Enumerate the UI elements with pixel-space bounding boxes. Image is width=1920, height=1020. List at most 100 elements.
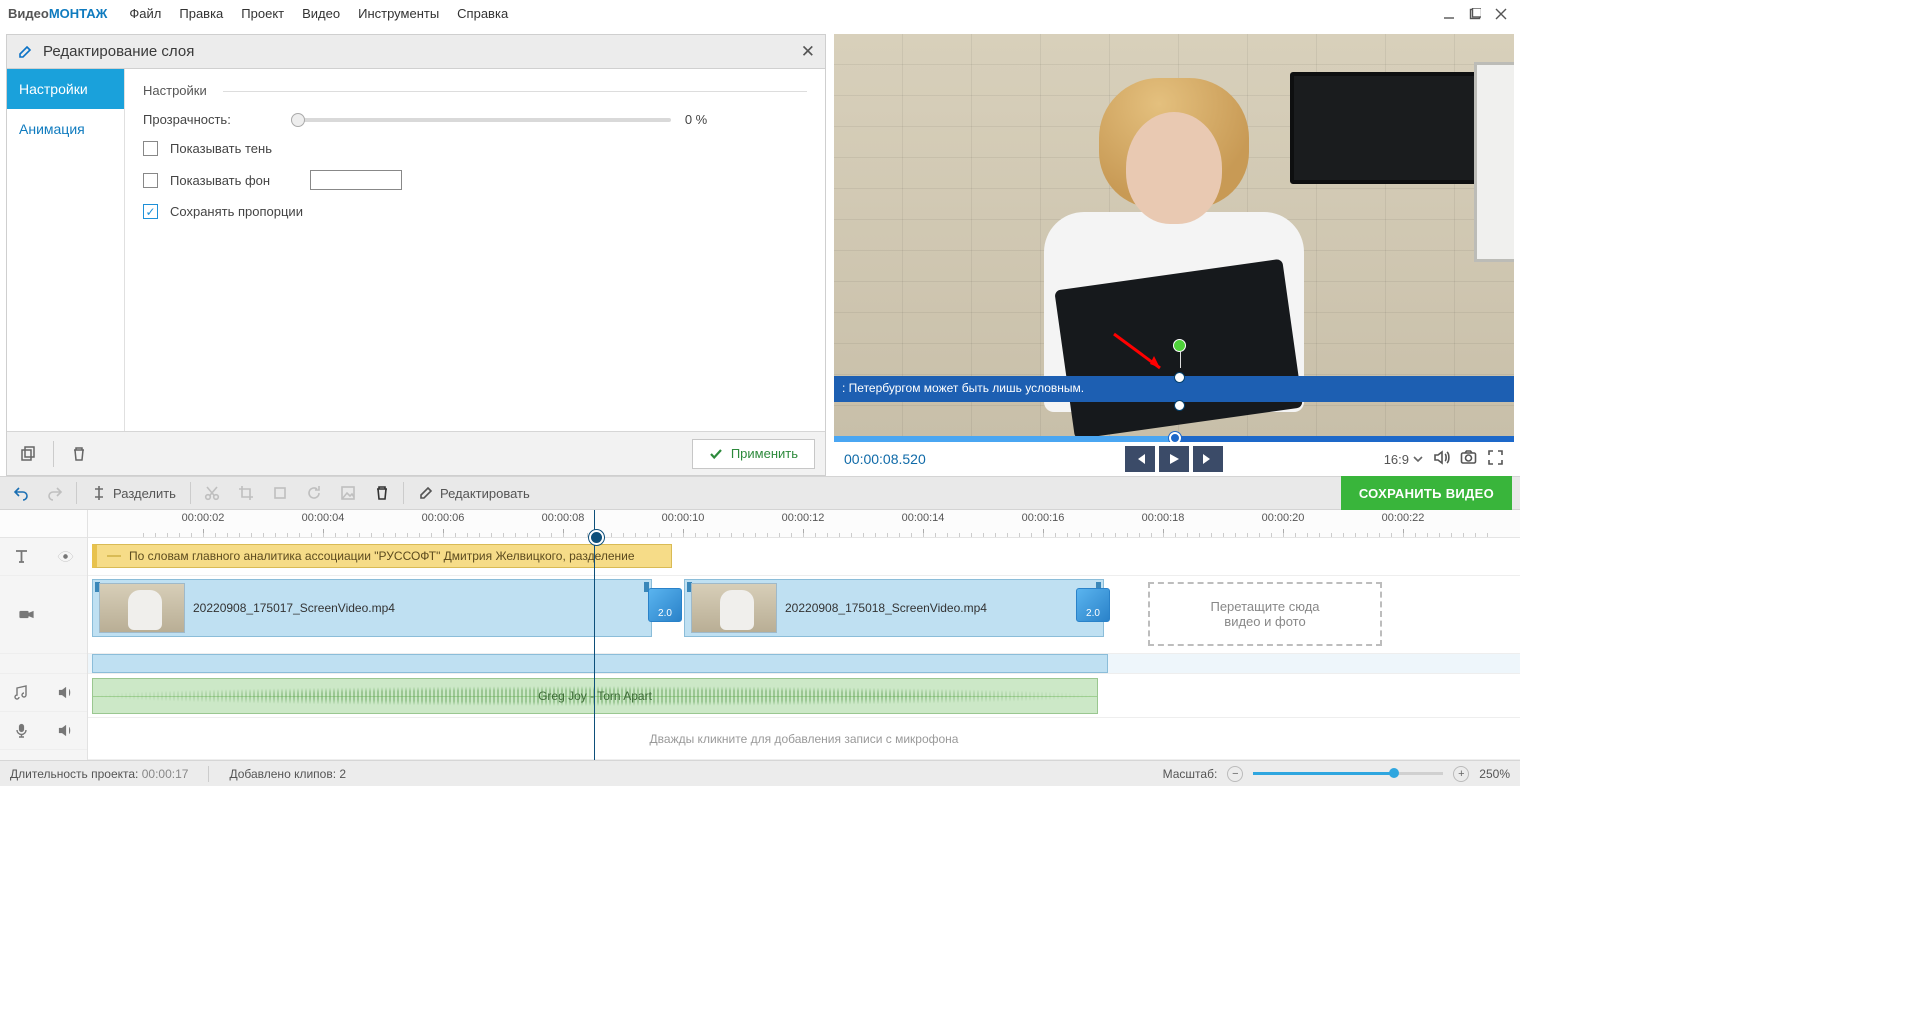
menu-help[interactable]: Справка	[457, 6, 508, 21]
save-label: СОХРАНИТЬ ВИДЕО	[1359, 486, 1494, 501]
tab-animation[interactable]: Анимация	[7, 109, 124, 149]
zoom-handle[interactable]	[1389, 768, 1399, 778]
logo-part-b: МОНТАЖ	[49, 6, 108, 21]
main-menu: Файл Правка Проект Видео Инструменты Спр…	[129, 6, 508, 21]
tab-settings[interactable]: Настройки	[7, 69, 124, 109]
split-icon	[91, 485, 107, 501]
status-bar: Длительность проекта: 00:00:17 Добавлено…	[0, 760, 1520, 786]
snapshot-icon[interactable]	[1460, 449, 1477, 469]
drop-line1: Перетащите сюда	[1210, 599, 1319, 614]
edit-button[interactable]: Редактировать	[412, 485, 536, 501]
pencil-icon	[418, 485, 434, 501]
rotate-pin-icon[interactable]	[1173, 339, 1186, 352]
audio-track-head[interactable]	[0, 674, 87, 712]
text-track-head[interactable]	[0, 538, 87, 576]
opacity-value: 0 %	[685, 112, 707, 127]
zoom-out-button[interactable]: −	[1227, 766, 1243, 782]
timeline-toolbar: Разделить Редактировать СОХРАНИТЬ ВИДЕО	[0, 476, 1520, 510]
chroma-button[interactable]	[335, 481, 361, 505]
mic-hint: Дважды кликните для добавления записи с …	[650, 732, 959, 746]
transition-label: 2.0	[1086, 608, 1100, 619]
close-button[interactable]	[1490, 5, 1512, 23]
audio-clip[interactable]: Greg Joy - Torn Apart	[92, 678, 1098, 714]
show-shadow-checkbox[interactable]	[143, 141, 158, 156]
tick-label: 00:00:20	[1262, 512, 1305, 524]
video-track[interactable]: 20220908_175017_ScreenVideo.mp4 2.0 2022…	[88, 576, 1520, 654]
settings-area: Настройки Прозрачность: 0 % Показывать т…	[125, 69, 825, 431]
menu-project[interactable]: Проект	[241, 6, 284, 21]
stop-button[interactable]	[267, 481, 293, 505]
tick-label: 00:00:14	[902, 512, 945, 524]
rotate-button[interactable]	[301, 481, 327, 505]
keep-aspect-checkbox[interactable]	[143, 204, 158, 219]
drop-zone[interactable]: Перетащите сюда видео и фото	[1148, 582, 1382, 646]
duration-label: Длительность проекта:	[10, 767, 138, 781]
prev-frame-button[interactable]	[1125, 446, 1155, 472]
video-clip-1[interactable]: 20220908_175017_ScreenVideo.mp4	[92, 579, 652, 637]
aspect-ratio-dropdown[interactable]: 16:9	[1384, 452, 1423, 467]
menu-video[interactable]: Видео	[302, 6, 340, 21]
next-frame-button[interactable]	[1193, 446, 1223, 472]
duration-value: 00:00:17	[142, 767, 189, 781]
fx-track[interactable]	[88, 654, 1520, 674]
zoom-in-button[interactable]: +	[1453, 766, 1469, 782]
logo-part-a: Видео	[8, 6, 49, 21]
app-logo: ВидеоМОНТАЖ	[8, 6, 107, 21]
slider-handle[interactable]	[291, 113, 305, 127]
maximize-button[interactable]	[1464, 5, 1486, 23]
bg-color-field[interactable]	[310, 170, 402, 190]
transition-chip[interactable]: 2.0	[648, 588, 682, 622]
playhead[interactable]	[594, 510, 595, 760]
video-track-head[interactable]	[0, 576, 87, 654]
delete-button[interactable]	[369, 481, 395, 505]
volume-icon[interactable]	[1433, 449, 1450, 469]
selection-handle[interactable]	[1174, 372, 1185, 383]
trash-icon[interactable]	[68, 443, 90, 465]
zoom-slider[interactable]	[1253, 772, 1443, 775]
menu-file[interactable]: Файл	[129, 6, 161, 21]
fullscreen-icon[interactable]	[1487, 449, 1504, 469]
text-clip[interactable]: По словам главного аналитика ассоциации …	[92, 544, 672, 568]
text-track[interactable]: По словам главного аналитика ассоциации …	[88, 538, 1520, 576]
apply-label: Применить	[731, 446, 798, 461]
fx-strip[interactable]	[92, 654, 1108, 673]
save-video-button[interactable]: СОХРАНИТЬ ВИДЕО	[1341, 476, 1512, 510]
cut-button[interactable]	[199, 481, 225, 505]
play-button[interactable]	[1159, 446, 1189, 472]
tick-label: 00:00:18	[1142, 512, 1185, 524]
panel-close-icon[interactable]: ✕	[801, 42, 815, 62]
undo-button[interactable]	[8, 481, 34, 505]
split-button[interactable]: Разделить	[85, 485, 182, 501]
selection-handle[interactable]	[1174, 400, 1185, 411]
audio-track[interactable]: Greg Joy - Torn Apart	[88, 674, 1520, 718]
mic-track-head[interactable]	[0, 712, 87, 750]
menu-edit[interactable]: Правка	[179, 6, 223, 21]
show-bg-checkbox[interactable]	[143, 173, 158, 188]
mic-track[interactable]: Дважды кликните для добавления записи с …	[88, 718, 1520, 760]
aspect-label: 16:9	[1384, 452, 1409, 467]
edit-label: Редактировать	[440, 486, 530, 501]
timeline: 00:00:02 00:00:04 00:00:06 00:00:08 00:0…	[0, 510, 1520, 760]
music-icon	[13, 684, 30, 701]
panel-title: Редактирование слоя	[43, 43, 194, 60]
eye-icon	[57, 548, 74, 565]
clips-label: Добавлено клипов:	[229, 767, 336, 781]
preview-controls: 00:00:08.520 16:9	[834, 442, 1514, 476]
duplicate-icon[interactable]	[17, 443, 39, 465]
crop-button[interactable]	[233, 481, 259, 505]
menu-tools[interactable]: Инструменты	[358, 6, 439, 21]
minimize-button[interactable]	[1438, 5, 1460, 23]
transition-chip[interactable]: 2.0	[1076, 588, 1110, 622]
time-ruler[interactable]: 00:00:02 00:00:04 00:00:06 00:00:08 00:0…	[88, 510, 1520, 538]
titlebar: ВидеоМОНТАЖ Файл Правка Проект Видео Инс…	[0, 0, 1520, 28]
video-clip-2[interactable]: 20220908_175018_ScreenVideo.mp4	[684, 579, 1104, 637]
section-title: Настройки	[143, 83, 807, 98]
apply-button[interactable]: Применить	[692, 439, 815, 469]
show-bg-label: Показывать фон	[170, 173, 270, 188]
transition-label: 2.0	[658, 608, 672, 619]
video-preview[interactable]: : Петербургом может быть лишь условным.	[834, 34, 1514, 436]
opacity-slider[interactable]	[291, 118, 671, 122]
speaker-icon	[57, 722, 74, 739]
tracks-area[interactable]: 00:00:02 00:00:04 00:00:06 00:00:08 00:0…	[88, 510, 1520, 760]
redo-button[interactable]	[42, 481, 68, 505]
